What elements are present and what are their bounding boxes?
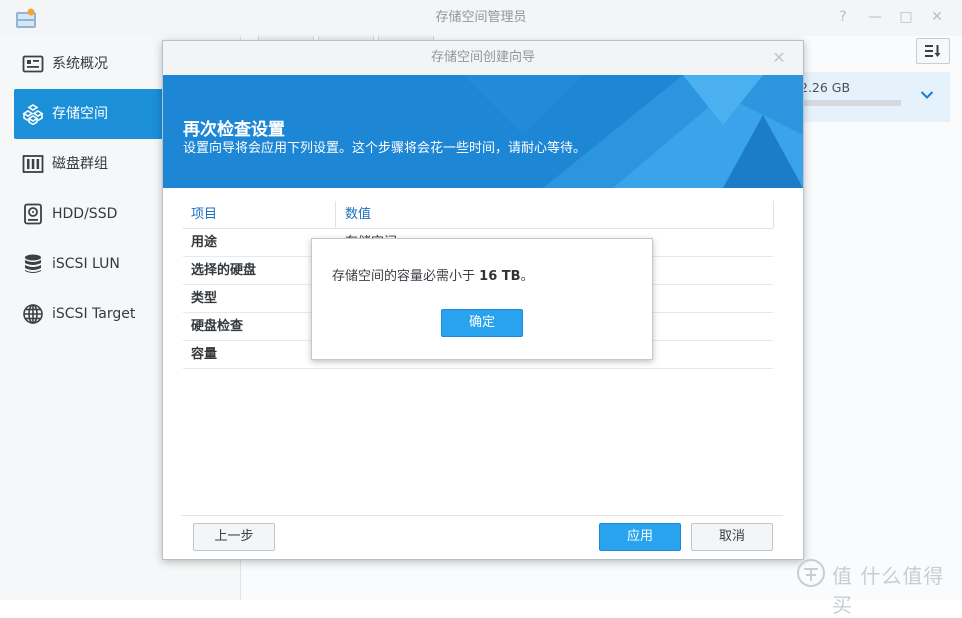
row-key: 用途 bbox=[191, 235, 218, 250]
row-key: 类型 bbox=[191, 291, 218, 306]
storage-icon bbox=[22, 103, 44, 126]
sidebar-item-label: 存储空间 bbox=[52, 106, 108, 122]
apply-button[interactable]: 应用 bbox=[599, 523, 681, 551]
alert-message: 存储空间的容量必需小于 16 TB。 bbox=[332, 265, 534, 284]
overview-icon bbox=[22, 53, 44, 75]
watermark-text: 值 什么值得买 bbox=[832, 564, 945, 617]
row-key: 选择的硬盘 bbox=[191, 263, 257, 278]
sidebar-item-iscsi-target[interactable]: iSCSI Target bbox=[14, 289, 164, 339]
sidebar-item-label: HDD/SSD bbox=[52, 206, 118, 222]
minimize-button[interactable]: — bbox=[864, 6, 886, 28]
disk-group-icon bbox=[22, 153, 44, 175]
sidebar-item-overview[interactable]: 系统概况 bbox=[14, 39, 164, 89]
sidebar-item-hdd-ssd[interactable]: HDD/SSD bbox=[14, 189, 164, 239]
hdd-icon bbox=[22, 203, 44, 225]
column-header-item[interactable]: 项目 bbox=[191, 201, 217, 228]
footer-divider bbox=[181, 515, 783, 516]
globe-icon bbox=[22, 303, 44, 325]
back-button[interactable]: 上一步 bbox=[193, 523, 275, 551]
sidebar-item-label: 磁盘群组 bbox=[52, 156, 108, 172]
volume-size: 2.26 GB bbox=[800, 80, 851, 95]
app-title: 存储空间管理员 bbox=[435, 10, 527, 25]
row-key: 容量 bbox=[191, 347, 218, 362]
column-divider bbox=[773, 201, 774, 228]
alert-message-value: 16 TB bbox=[479, 269, 521, 284]
sort-button[interactable] bbox=[916, 38, 950, 64]
row-key: 硬盘检查 bbox=[191, 319, 244, 334]
sidebar-item-disk-group[interactable]: 磁盘群组 bbox=[14, 139, 164, 189]
database-icon bbox=[22, 253, 44, 275]
maximize-button[interactable]: □ bbox=[895, 6, 917, 28]
alert-message-suffix: 。 bbox=[520, 269, 534, 284]
close-icon[interactable]: ✕ bbox=[769, 47, 789, 69]
sidebar-item-label: 系统概况 bbox=[52, 56, 108, 72]
alert-dialog: 存储空间的容量必需小于 16 TB。 确定 bbox=[311, 238, 653, 360]
alert-message-prefix: 存储空间的容量必需小于 bbox=[332, 269, 476, 284]
sidebar-item-label: iSCSI Target bbox=[52, 306, 136, 322]
wizard-title: 存储空间创建向导 bbox=[430, 50, 535, 65]
help-button[interactable]: ? bbox=[832, 6, 854, 28]
volume-usage-bar bbox=[800, 100, 901, 106]
close-button[interactable]: ✕ bbox=[926, 6, 948, 28]
watermark-logo-icon bbox=[796, 558, 826, 588]
ok-button[interactable]: 确定 bbox=[441, 309, 523, 337]
table-header: 项目 数值 bbox=[183, 201, 774, 229]
sidebar-item-iscsi-lun[interactable]: iSCSI LUN bbox=[14, 239, 164, 289]
chevron-down-icon[interactable] bbox=[920, 88, 934, 104]
wizard-subtitle: 设置向导将会应用下列设置。这个步骤将会花一些时间，请耐心等待。 bbox=[183, 141, 587, 156]
sidebar-item-storage[interactable]: 存储空间 bbox=[14, 89, 164, 139]
sidebar-item-label: iSCSI LUN bbox=[52, 256, 120, 272]
column-header-value[interactable]: 数值 bbox=[345, 201, 371, 228]
cancel-button[interactable]: 取消 bbox=[691, 523, 773, 551]
column-divider[interactable] bbox=[335, 201, 336, 228]
